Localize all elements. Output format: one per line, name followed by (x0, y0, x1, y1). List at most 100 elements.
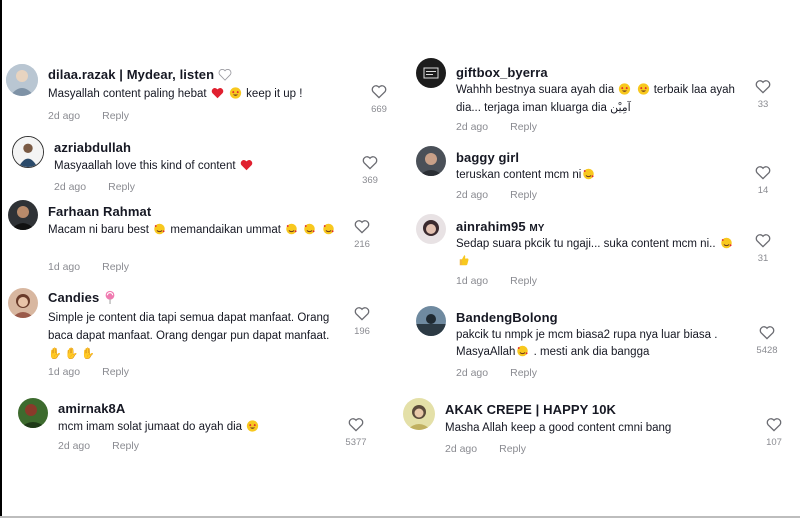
username[interactable]: AKAK CREPE | HAPPY 10K (445, 402, 616, 417)
comment-text: Macam ni baru best memandaikan ummat (48, 222, 348, 239)
avatar[interactable] (403, 398, 435, 430)
comment-meta: 2d ago Reply (456, 189, 537, 201)
timestamp: 1d ago (456, 275, 489, 287)
comment-meta: 2d ago Reply (445, 443, 526, 455)
like-count: 669 (371, 104, 387, 115)
smiling-face-with-hearts-emoji (322, 223, 335, 235)
comment-text: Masyaallah love this kind of content (54, 158, 354, 175)
username[interactable]: baggy girl (456, 150, 519, 165)
comment-text: Simple je content dia tapi semua dapat m… (48, 312, 330, 360)
heart-outline-icon (755, 80, 771, 94)
comment-text: teruskan content mcm ni (456, 167, 746, 184)
avatar[interactable] (6, 64, 38, 96)
heart-outline-icon (755, 166, 771, 180)
like-button[interactable]: 5428 (752, 325, 782, 356)
smiling-face-with-hearts-emoji (720, 237, 733, 249)
timestamp: 2d ago (58, 440, 91, 452)
comment-text: mcm imam solat jumaat do ayah dia (58, 419, 348, 436)
username[interactable]: amirnak8A (58, 401, 125, 416)
heart-outline-icon (371, 85, 387, 99)
like-button[interactable]: 216 (347, 219, 377, 250)
heart-outline-icon (766, 418, 782, 432)
comment-text: Masyallah content paling hebat keep it u… (48, 87, 303, 100)
red-heart-emoji (211, 87, 224, 99)
avatar[interactable] (18, 398, 48, 428)
comment-meta: 2d ago Reply (456, 121, 537, 133)
avatar[interactable] (416, 58, 446, 88)
reply-button[interactable]: Reply (510, 275, 537, 287)
heart-eyes-emoji (246, 420, 259, 432)
comment-meta: 1d ago Reply (48, 366, 129, 378)
like-button[interactable]: 33 (748, 79, 778, 110)
timestamp: 2d ago (456, 189, 489, 201)
white-heart-emoji (218, 68, 232, 81)
reply-button[interactable]: Reply (102, 110, 129, 122)
reply-button[interactable]: Reply (510, 121, 537, 133)
like-button[interactable]: 5377 (341, 417, 371, 448)
comment-meta: 1d ago Reply (456, 275, 537, 287)
like-count: 31 (757, 253, 769, 264)
heart-outline-icon (759, 326, 775, 340)
comment-meta: 1d ago Reply (48, 261, 129, 273)
like-button[interactable]: 196 (347, 306, 377, 337)
timestamp: 1d ago (48, 366, 81, 378)
username[interactable]: Candies (48, 290, 117, 305)
heart-outline-icon (354, 220, 370, 234)
username[interactable]: Farhaan Rahmat (48, 204, 151, 219)
reply-button[interactable]: Reply (510, 189, 537, 201)
avatar[interactable] (416, 306, 446, 336)
heart-eyes-emoji (618, 83, 631, 95)
smiling-face-with-hearts-emoji (285, 223, 298, 235)
reply-button[interactable]: Reply (499, 443, 526, 455)
like-button[interactable]: 107 (759, 417, 789, 448)
thumbs-up-emoji (457, 254, 470, 266)
username[interactable]: ainrahim95 MY (456, 219, 545, 234)
avatar[interactable] (8, 200, 38, 230)
reply-button[interactable]: Reply (102, 261, 129, 273)
avatar[interactable] (416, 214, 446, 244)
avatar[interactable] (12, 136, 44, 168)
timestamp: 2d ago (456, 367, 489, 379)
comment-text: Wahhh bestnya suara ayah dia terbaik laa… (456, 83, 735, 114)
country-badge: MY (529, 223, 545, 234)
raising-hands-emoji: ✋✋✋ (48, 348, 99, 360)
comment-meta: 2d ago Reply (456, 367, 537, 379)
like-count: 14 (757, 185, 769, 196)
like-count: 5377 (345, 437, 367, 448)
like-count: 33 (757, 99, 769, 110)
reply-button[interactable]: Reply (510, 367, 537, 379)
timestamp: 1d ago (48, 261, 81, 273)
username[interactable]: dilaa.razak | Mydear, listen (48, 67, 232, 82)
like-count: 369 (362, 175, 378, 186)
reply-button[interactable]: Reply (102, 366, 129, 378)
heart-outline-icon (755, 234, 771, 248)
smiling-face-with-hearts-emoji (582, 168, 595, 180)
username[interactable]: giftbox_byerra (456, 65, 548, 80)
username[interactable]: azriabdullah (54, 140, 131, 155)
timestamp: 2d ago (456, 121, 489, 133)
reply-button[interactable]: Reply (108, 181, 135, 193)
smiling-face-with-hearts-emoji (516, 345, 529, 357)
timestamp: 2d ago (445, 443, 478, 455)
reply-button[interactable]: Reply (112, 440, 139, 452)
like-count: 107 (766, 437, 782, 448)
timestamp: 2d ago (48, 110, 81, 122)
heart-outline-icon (362, 156, 378, 170)
heart-outline-icon (354, 307, 370, 321)
like-count: 5428 (756, 345, 778, 356)
like-button[interactable]: 669 (364, 84, 394, 115)
like-button[interactable]: 14 (748, 165, 778, 196)
comment-text: pakcik tu nmpk je mcm biasa2 rupa nya lu… (456, 329, 718, 358)
heart-eyes-emoji (229, 87, 242, 99)
comment-meta: 2d ago Reply (48, 110, 129, 122)
avatar[interactable] (8, 288, 38, 318)
username[interactable]: BandengBolong (456, 310, 558, 325)
like-button[interactable]: 31 (748, 233, 778, 264)
like-button[interactable]: 369 (355, 155, 385, 186)
heart-eyes-emoji (637, 83, 650, 95)
window-edge (0, 0, 2, 518)
timestamp: 2d ago (54, 181, 87, 193)
smiling-face-with-hearts-emoji (153, 223, 166, 235)
avatar[interactable] (416, 146, 446, 176)
comment-text: Sedap suara pkcik tu ngaji... suka conte… (456, 236, 741, 270)
